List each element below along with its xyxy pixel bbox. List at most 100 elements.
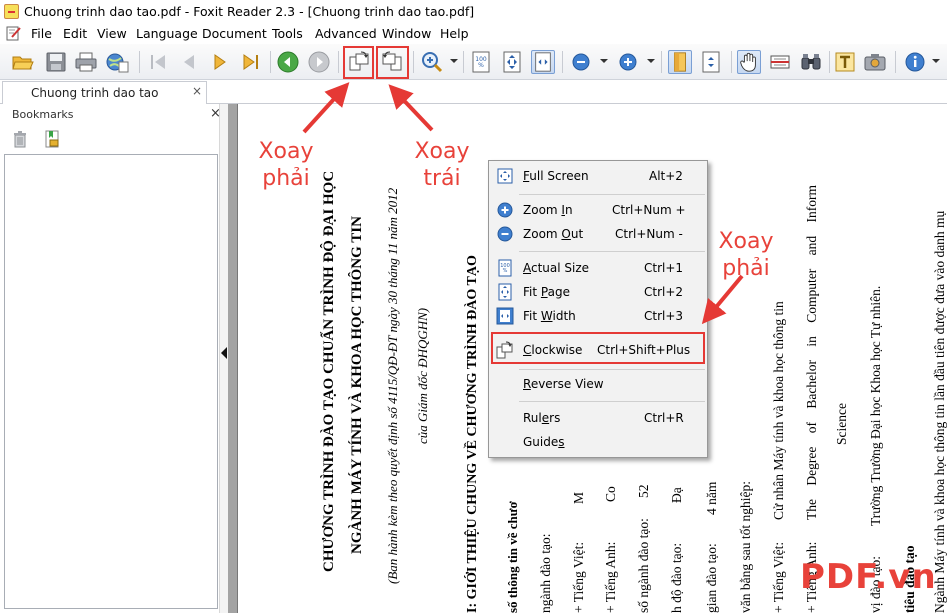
menu-item-shortcut: Ctrl+Num - bbox=[615, 227, 683, 241]
menu-item-full-screen[interactable]: Full Screen Alt+2 bbox=[491, 165, 705, 187]
title-bar: Chuong trinh dao tao.pdf - Foxit Reader … bbox=[0, 0, 947, 24]
doc-info-row: Science bbox=[834, 104, 850, 613]
menu-item-zoom-in[interactable]: Zoom In Ctrl+Num + bbox=[491, 199, 705, 221]
tab-close-icon[interactable]: × bbox=[192, 84, 202, 98]
toolbar-separator bbox=[562, 51, 563, 73]
svg-text:%: % bbox=[478, 62, 484, 69]
doc-info-row: văn bằng sau tốt nghiệp: bbox=[738, 104, 754, 613]
doc-info-value: Trường Trường Đại học Khoa học Tự nhiên. bbox=[868, 285, 883, 526]
toolbar-separator bbox=[270, 51, 271, 73]
forward-icon[interactable] bbox=[307, 50, 331, 74]
bookmarks-title: Bookmarks bbox=[12, 108, 74, 121]
fit-page-icon[interactable] bbox=[500, 50, 524, 74]
menu-item-fit-width[interactable]: Fit Width Ctrl+3 bbox=[491, 305, 705, 327]
typewriter-icon[interactable] bbox=[833, 50, 857, 74]
print-icon[interactable] bbox=[74, 50, 98, 74]
menu-language[interactable]: Language bbox=[136, 26, 198, 41]
select-icon[interactable] bbox=[768, 50, 792, 74]
info-dropdown-arrow[interactable] bbox=[932, 59, 940, 63]
menu-item-mnemonic: P bbox=[540, 285, 548, 299]
menu-item-mnemonic: W bbox=[540, 309, 553, 323]
doc-info-row: tiêu đào tạo bbox=[902, 104, 918, 613]
annotation-word: Xoay bbox=[718, 229, 774, 254]
zoom-dropdown-arrow[interactable] bbox=[450, 59, 458, 63]
doc-info-label: + Tiếng Anh: bbox=[603, 541, 618, 613]
delete-bookmark-icon[interactable] bbox=[12, 130, 28, 148]
last-page-icon[interactable] bbox=[239, 50, 263, 74]
menu-window[interactable]: Window bbox=[382, 26, 431, 41]
prev-page-icon[interactable] bbox=[177, 50, 201, 74]
menu-separator bbox=[519, 369, 705, 370]
panel-splitter[interactable] bbox=[219, 104, 228, 613]
menu-advanced[interactable]: Advanced bbox=[315, 26, 377, 41]
doc-info-value: M bbox=[571, 491, 586, 504]
doc-info-label: số ngành đào tạo: bbox=[636, 518, 651, 613]
collapse-arrow-icon[interactable] bbox=[221, 347, 227, 359]
continuous-icon[interactable] bbox=[699, 50, 723, 74]
menu-item-zoom-out[interactable]: Zoom Out Ctrl+Num - bbox=[491, 223, 705, 245]
actual-size-icon[interactable]: 100 % bbox=[469, 50, 493, 74]
zoom-icon[interactable] bbox=[420, 50, 444, 74]
bookmarks-header: Bookmarks × bbox=[0, 104, 228, 126]
zoom-in-dropdown-arrow[interactable] bbox=[647, 59, 655, 63]
document-tab[interactable]: Chuong trinh dao tao × bbox=[2, 81, 207, 104]
save-icon[interactable] bbox=[44, 50, 68, 74]
menu-document[interactable]: Document bbox=[202, 26, 267, 41]
zoom-out-icon bbox=[497, 226, 513, 242]
rotate-right-highlight-box bbox=[343, 46, 374, 79]
doc-info-value: 4 năm bbox=[704, 481, 719, 516]
doc-section-heading: I: GIỚI THIỆU CHUNG VỀ CHƯƠNG TRÌNH ĐÀO … bbox=[465, 255, 480, 613]
annotation-rotate-left-toolbar: Xoay trái bbox=[406, 138, 478, 192]
toolbar-separator bbox=[829, 51, 830, 73]
menu-item-actual-size[interactable]: 100 % Actual Size Ctrl+1 bbox=[491, 257, 705, 279]
annotation-word: phải bbox=[262, 166, 310, 191]
doc-info-label: ngành đào tạo: bbox=[538, 533, 553, 613]
menu-item-label: ull Screen bbox=[529, 169, 589, 183]
full-screen-icon bbox=[497, 168, 513, 184]
menu-bar: File Edit View Language Document Tools A… bbox=[0, 24, 947, 44]
web-icon[interactable] bbox=[105, 50, 129, 74]
annotation-word: Xoay bbox=[414, 139, 470, 164]
snapshot-icon[interactable] bbox=[863, 50, 887, 74]
add-bookmark-icon[interactable] bbox=[44, 130, 60, 148]
doc-info-row: Ngành Máy tính và khoa học thông tin lần… bbox=[932, 104, 947, 613]
toolbar-separator bbox=[463, 51, 464, 73]
single-page-icon[interactable] bbox=[668, 50, 692, 74]
menu-item-shortcut: Ctrl+1 bbox=[644, 261, 684, 275]
menu-help[interactable]: Help bbox=[440, 26, 469, 41]
annotation-rotate-right-toolbar: Xoay phải bbox=[250, 138, 322, 192]
first-page-icon[interactable] bbox=[146, 50, 170, 74]
menu-item-fit-page[interactable]: Fit Page Ctrl+2 bbox=[491, 281, 705, 303]
hand-icon[interactable] bbox=[737, 50, 761, 74]
menu-edit[interactable]: Edit bbox=[63, 26, 87, 41]
menu-item-guides[interactable]: Guides bbox=[491, 431, 705, 453]
bookmarks-panel: Bookmarks × bbox=[0, 104, 228, 613]
doc-info-value: Science bbox=[834, 403, 849, 445]
back-icon[interactable] bbox=[276, 50, 300, 74]
menu-item-rulers[interactable]: Rulers Ctrl+R bbox=[491, 407, 705, 429]
zoom-in-icon[interactable] bbox=[616, 50, 640, 74]
menu-view[interactable]: View bbox=[97, 26, 127, 41]
find-icon[interactable] bbox=[799, 50, 823, 74]
menu-tools[interactable]: Tools bbox=[272, 26, 303, 41]
menu-file[interactable]: File bbox=[31, 26, 52, 41]
doc-info-label: h độ đào tạo: bbox=[669, 542, 684, 613]
zoom-out-dropdown-arrow[interactable] bbox=[600, 59, 608, 63]
menu-item-shortcut: Ctrl+2 bbox=[644, 285, 684, 299]
fit-page-icon bbox=[498, 283, 512, 301]
document-menu-icon[interactable] bbox=[6, 26, 22, 41]
menu-separator bbox=[519, 194, 705, 195]
bookmarks-toolbar bbox=[0, 126, 228, 154]
fit-width-icon[interactable] bbox=[531, 50, 555, 74]
bookmarks-list[interactable] bbox=[4, 154, 218, 609]
open-icon[interactable] bbox=[11, 50, 35, 74]
menu-item-mnemonic: I bbox=[561, 203, 565, 217]
doc-info-row: + Tiếng Anh:The Degree of Bachelor in Co… bbox=[804, 104, 820, 613]
next-page-icon[interactable] bbox=[208, 50, 232, 74]
zoom-out-icon[interactable] bbox=[569, 50, 593, 74]
menu-item-reverse-view[interactable]: Reverse View bbox=[491, 373, 705, 395]
doc-issuer-line: của Giám đốc ĐHQGHN) bbox=[415, 307, 430, 444]
doc-title-line-2: NGÀNH MÁY TÍNH VÀ KHOA HỌC THÔNG TIN bbox=[349, 216, 365, 554]
info-icon[interactable] bbox=[903, 50, 927, 74]
toolbar: 100 % bbox=[0, 44, 947, 80]
